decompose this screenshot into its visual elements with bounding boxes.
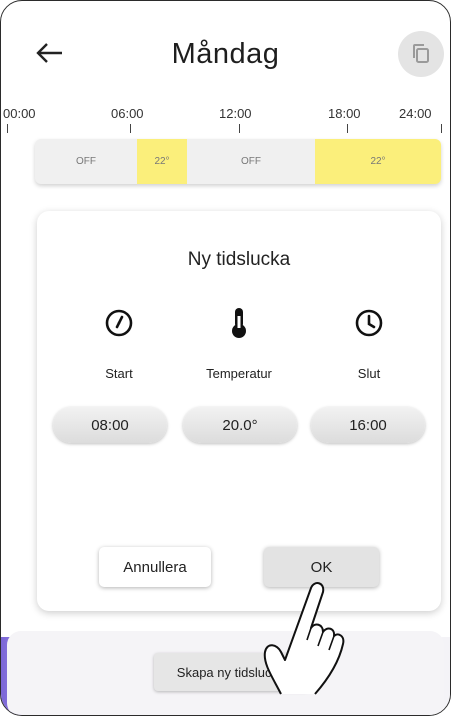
start-time-picker[interactable]: 08:00	[53, 407, 167, 443]
copy-button[interactable]	[398, 31, 444, 77]
thermometer-icon	[219, 303, 259, 343]
tick-mark	[239, 124, 240, 133]
new-slot-dialog: Ny tidslucka Start Temperatur Slut 08:00…	[37, 211, 441, 611]
segment-off[interactable]: OFF	[35, 139, 137, 184]
schedule-bar[interactable]: OFF 22° OFF 22°	[35, 139, 441, 184]
page-title: Måndag	[171, 38, 280, 70]
tick-mark	[7, 124, 8, 133]
segment-on[interactable]: 22°	[137, 139, 187, 184]
ok-button[interactable]: OK	[264, 547, 379, 587]
temperature-picker[interactable]: 20.0°	[183, 407, 297, 443]
end-time-picker[interactable]: 16:00	[311, 407, 425, 443]
tick-mark	[130, 124, 131, 133]
tick-label: 12:00	[219, 106, 252, 121]
end-label: Slut	[357, 366, 381, 381]
tick-label: 06:00	[111, 106, 144, 121]
temperature-label: Temperatur	[206, 366, 272, 381]
cancel-button[interactable]: Annullera	[99, 547, 211, 587]
tick-mark	[441, 124, 442, 133]
dialog-title: Ny tidslucka	[187, 249, 291, 270]
segment-on[interactable]: 22°	[315, 139, 441, 184]
tick-label: 00:00	[3, 106, 36, 121]
copy-icon	[413, 44, 429, 63]
clock-start-icon	[99, 303, 139, 343]
tick-mark	[347, 124, 348, 133]
phone-frame: Måndag 00:00 06:00 12:00 18:00 24:00 OFF…	[0, 0, 451, 716]
clock-end-icon	[349, 303, 389, 343]
start-label: Start	[105, 366, 133, 381]
segment-off[interactable]: OFF	[187, 139, 315, 184]
tick-label: 24:00	[399, 106, 432, 121]
create-slot-button[interactable]: Skapa ny tidslucka	[154, 653, 308, 691]
tick-label: 18:00	[328, 106, 361, 121]
